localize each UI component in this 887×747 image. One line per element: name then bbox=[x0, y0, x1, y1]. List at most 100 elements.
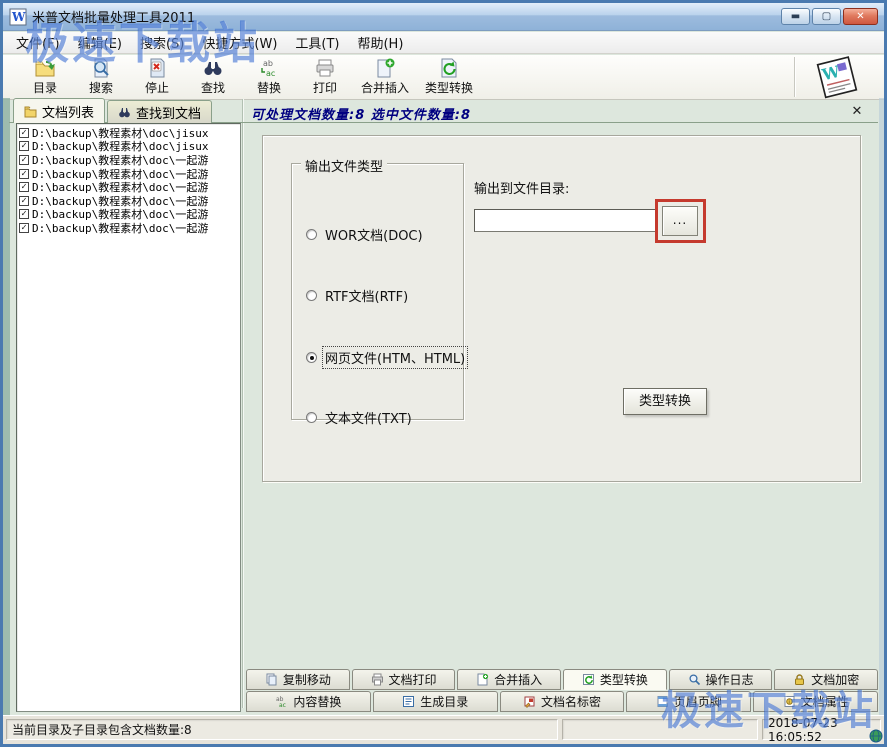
menu-shortcut[interactable]: 快捷方式(W) bbox=[193, 31, 286, 54]
menu-search[interactable]: 搜索(S) bbox=[131, 31, 193, 54]
menu-tools[interactable]: 工具(T) bbox=[286, 31, 348, 54]
toolbar-label: 合并插入 bbox=[361, 79, 409, 96]
tab-label: 操作日志 bbox=[706, 671, 754, 688]
merge-insert-icon bbox=[476, 673, 489, 686]
stop-doc-icon bbox=[146, 58, 168, 78]
tab-label: 文档加密 bbox=[811, 671, 859, 688]
globe-icon bbox=[869, 729, 883, 743]
close-button[interactable]: ✕ bbox=[843, 8, 878, 25]
status-time: 2018-07-23 16:05:52 bbox=[762, 719, 881, 740]
tab-document-properties[interactable]: i 文档属性 bbox=[753, 691, 878, 712]
toolbar-label: 搜索 bbox=[89, 79, 113, 96]
tab-type-convert[interactable]: 类型转换 bbox=[563, 669, 667, 690]
radio-icon[interactable] bbox=[306, 290, 317, 301]
replace-icon: abac bbox=[275, 695, 288, 708]
menu-file[interactable]: 文件(F) bbox=[7, 31, 69, 54]
checkbox-checked-icon[interactable]: ✓ bbox=[19, 182, 29, 192]
tab-operation-log[interactable]: 操作日志 bbox=[669, 669, 773, 690]
window-title: 米普文档批量处理工具2011 bbox=[32, 7, 781, 26]
app-w-icon: W bbox=[9, 8, 27, 26]
tab-label: 生成目录 bbox=[420, 693, 468, 710]
close-x-icon: ✕ bbox=[852, 104, 863, 119]
document-counts-text: 可处理文档数量:8 选中文件数量:8 bbox=[251, 104, 471, 123]
bottom-tab-row-1: 复制移动 文档打印 合并插入 类型转换 操作日志 文档加密 bbox=[246, 669, 878, 690]
tab-document-print[interactable]: 文档打印 bbox=[352, 669, 456, 690]
tab-doc-name-mark[interactable]: 文档名标密 bbox=[500, 691, 625, 712]
output-directory-input[interactable] bbox=[474, 209, 657, 232]
tab-generate-toc[interactable]: 生成目录 bbox=[373, 691, 498, 712]
toolbar-label: 打印 bbox=[313, 79, 337, 96]
timestamp: 2018-07-23 16:05:52 bbox=[768, 716, 875, 744]
checkbox-checked-icon[interactable]: ✓ bbox=[19, 155, 29, 165]
toolbar-label: 类型转换 bbox=[425, 79, 473, 96]
top-tabstrip: 文档列表 查找到文档 bbox=[13, 98, 241, 123]
tab-label: 查找到文档 bbox=[136, 103, 201, 122]
binoculars-icon bbox=[202, 58, 224, 78]
toolbar-stop-button[interactable]: 停止 bbox=[129, 56, 185, 98]
type-convert-panel: 输出文件类型 WOR文档(DOC) RTF文档(RTF) 网页文件(HTM、HT… bbox=[262, 135, 861, 482]
doc-name-icon bbox=[523, 695, 536, 708]
svg-text:ab: ab bbox=[263, 59, 273, 68]
tab-merge-insert[interactable]: 合并插入 bbox=[457, 669, 561, 690]
tab-label: 文档属性 bbox=[801, 693, 849, 710]
tab-header-footer[interactable]: 页眉页脚 bbox=[626, 691, 751, 712]
radio-txt[interactable]: 文本文件(TXT) bbox=[306, 407, 414, 428]
maximize-button[interactable]: ▢ bbox=[812, 8, 841, 25]
lock-icon bbox=[793, 673, 806, 686]
minimize-button[interactable]: ▬ bbox=[781, 8, 810, 25]
bottom-tab-row-2: abac 内容替换 生成目录 文档名标密 页眉页脚 i 文档属性 bbox=[246, 691, 878, 712]
tab-content-replace[interactable]: abac 内容替换 bbox=[246, 691, 371, 712]
radio-rtf[interactable]: RTF文档(RTF) bbox=[306, 285, 410, 306]
list-item[interactable]: ✓D:\backup\教程素材\doc\一起游 bbox=[19, 221, 240, 235]
toolbar-label: 查找 bbox=[201, 79, 225, 96]
checkbox-checked-icon[interactable]: ✓ bbox=[19, 141, 29, 151]
checkbox-checked-icon[interactable]: ✓ bbox=[19, 196, 29, 206]
status-doc-count: 当前目录及子目录包含文档数量:8 bbox=[6, 719, 558, 740]
bottom-tabstrip: 复制移动 文档打印 合并插入 类型转换 操作日志 文档加密 bbox=[246, 669, 878, 713]
checkbox-checked-icon[interactable]: ✓ bbox=[19, 209, 29, 219]
toolbar-replace-button[interactable]: ab ac 替换 bbox=[241, 56, 297, 98]
output-directory-label: 输出到文件目录: bbox=[474, 178, 569, 197]
type-convert-button[interactable]: 类型转换 bbox=[623, 388, 707, 415]
toolbar-label: 替换 bbox=[257, 79, 281, 96]
tab-document-encrypt[interactable]: 文档加密 bbox=[774, 669, 878, 690]
document-list[interactable]: ✓D:\backup\教程素材\doc\jisux ✓D:\backup\教程素… bbox=[16, 123, 241, 712]
tab-copy-move[interactable]: 复制移动 bbox=[246, 669, 350, 690]
panel-close-button[interactable]: ✕ bbox=[848, 103, 866, 121]
toolbar-directory-button[interactable]: 目录 bbox=[17, 56, 73, 98]
radio-icon[interactable] bbox=[306, 412, 317, 423]
svg-text:ac: ac bbox=[266, 69, 275, 78]
checkbox-checked-icon[interactable]: ✓ bbox=[19, 128, 29, 138]
minimize-icon: ▬ bbox=[791, 12, 800, 22]
checkbox-checked-icon[interactable]: ✓ bbox=[19, 223, 29, 233]
menu-help[interactable]: 帮助(H) bbox=[348, 31, 412, 54]
window-left-edge bbox=[3, 98, 10, 740]
svg-text:ac: ac bbox=[279, 702, 286, 708]
app-window: W 米普文档批量处理工具2011 ▬ ▢ ✕ 文件(F) 编辑(E) 搜索(S)… bbox=[0, 0, 887, 747]
radio-icon[interactable] bbox=[306, 229, 317, 240]
groupbox-title: 输出文件类型 bbox=[301, 156, 387, 175]
toolbar-type-convert-button[interactable]: 类型转换 bbox=[417, 56, 481, 98]
output-type-groupbox: 输出文件类型 WOR文档(DOC) RTF文档(RTF) 网页文件(HTM、HT… bbox=[291, 163, 464, 420]
toolbar-label: 目录 bbox=[33, 79, 57, 96]
svg-text:W: W bbox=[11, 10, 26, 24]
browse-button[interactable]: ... bbox=[662, 206, 698, 236]
radio-doc[interactable]: WOR文档(DOC) bbox=[306, 224, 425, 245]
toolbar-find-button[interactable]: 查找 bbox=[185, 56, 241, 98]
toolbar-search-button[interactable]: 搜索 bbox=[73, 56, 129, 98]
toolbar-print-button[interactable]: 打印 bbox=[297, 56, 353, 98]
checkbox-checked-icon[interactable]: ✓ bbox=[19, 169, 29, 179]
binoculars-icon bbox=[118, 106, 131, 119]
tab-found-documents[interactable]: 查找到文档 bbox=[107, 100, 212, 123]
tab-document-list[interactable]: 文档列表 bbox=[13, 98, 105, 123]
merge-insert-icon bbox=[374, 58, 396, 78]
file-path: D:\backup\教程素材\doc\一起游 bbox=[32, 220, 208, 236]
radio-html[interactable]: 网页文件(HTM、HTML) bbox=[306, 347, 467, 368]
toolbar-merge-insert-button[interactable]: 合并插入 bbox=[353, 56, 417, 98]
tab-label: 复制移动 bbox=[283, 671, 331, 688]
menu-edit[interactable]: 编辑(E) bbox=[69, 31, 131, 54]
tab-label: 类型转换 bbox=[600, 671, 648, 688]
toolbar-label: 停止 bbox=[145, 79, 169, 96]
folder-icon bbox=[24, 105, 37, 118]
radio-icon[interactable] bbox=[306, 352, 317, 363]
